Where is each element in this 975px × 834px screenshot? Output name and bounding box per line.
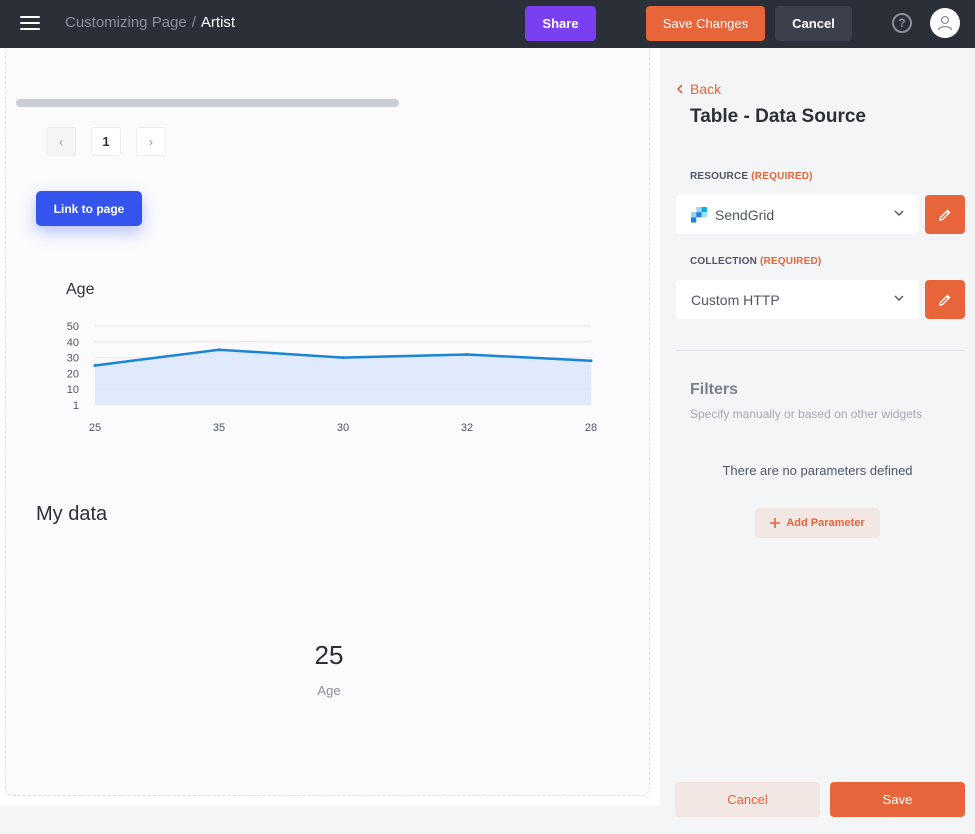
- panel-cancel-button[interactable]: Cancel: [675, 782, 820, 817]
- collection-select[interactable]: Custom HTTP: [676, 280, 919, 319]
- chevron-down-icon: [894, 295, 904, 301]
- cancel-button[interactable]: Cancel: [775, 6, 852, 41]
- back-link[interactable]: Back: [676, 81, 721, 97]
- pencil-icon: [939, 294, 951, 306]
- avatar[interactable]: [930, 8, 960, 38]
- breadcrumb-current: Artist: [200, 14, 236, 31]
- panel-save-button[interactable]: Save: [830, 782, 965, 817]
- save-changes-button[interactable]: Save Changes: [646, 6, 765, 41]
- y-tick-label: 1: [73, 400, 79, 412]
- data-source-panel: Back Table - Data Source RESOURCE (REQUI…: [660, 48, 975, 834]
- chevron-down-icon: [894, 210, 904, 216]
- x-tick-label: 25: [89, 422, 101, 434]
- resource-select[interactable]: SendGrid: [676, 195, 919, 234]
- collection-value: Custom HTTP: [691, 291, 780, 308]
- add-parameter-label: Add Parameter: [786, 517, 865, 529]
- y-tick-label: 10: [67, 384, 79, 396]
- pencil-icon: [939, 209, 951, 221]
- collection-required: (REQUIRED): [759, 256, 822, 267]
- user-icon: [937, 15, 953, 31]
- data-point: [589, 359, 593, 363]
- y-tick-label: 40: [67, 337, 79, 349]
- plus-icon: [770, 518, 781, 528]
- horizontal-scrollbar[interactable]: [16, 99, 399, 107]
- data-point: [465, 352, 469, 356]
- chevron-left-icon: [676, 84, 683, 94]
- stat-card: 25 Age: [44, 575, 614, 765]
- resource-value: SendGrid: [715, 206, 775, 223]
- x-tick-label: 30: [337, 422, 349, 434]
- stat-value: 25: [314, 640, 344, 670]
- breadcrumb: Customizing Page / Artist: [65, 14, 235, 31]
- pagination-next-button[interactable]: ›: [136, 127, 166, 156]
- data-point: [217, 348, 221, 352]
- age-chart-card: 50 40 30 20 10 1 25 35 30 32 28 Age: [36, 264, 616, 459]
- canvas-content: ‹ 1 › Link to page 50 40 30 20 10 1 25 35 30 32 28…: [5, 48, 650, 796]
- question-circle-icon[interactable]: ?: [892, 13, 912, 33]
- back-label: Back: [690, 81, 722, 97]
- section-title: My data: [36, 503, 108, 525]
- breadcrumb-parent[interactable]: Customizing Page: [65, 14, 187, 31]
- chart-title: Age: [66, 281, 95, 298]
- y-tick-label: 20: [67, 368, 79, 380]
- y-tick-label: 30: [67, 353, 79, 365]
- data-point: [341, 356, 345, 360]
- edit-resource-button[interactable]: [925, 195, 965, 234]
- edit-collection-button[interactable]: [925, 280, 965, 319]
- no-parameters-message: There are no parameters defined: [722, 463, 913, 478]
- resource-label-text: RESOURCE: [690, 171, 749, 182]
- resource-required: (REQUIRED): [751, 171, 813, 182]
- y-tick-label: 50: [67, 321, 79, 333]
- x-tick-label: 28: [585, 422, 597, 434]
- share-button[interactable]: Share: [525, 6, 596, 41]
- pagination-prev-button[interactable]: ‹: [46, 127, 76, 156]
- divider: [676, 350, 965, 351]
- x-tick-label: 35: [213, 422, 225, 434]
- data-point: [93, 364, 97, 367]
- stat-label: Age: [317, 683, 341, 698]
- filters-title: Filters: [690, 381, 739, 398]
- link-to-page-button[interactable]: Link to page: [36, 191, 142, 226]
- x-tick-label: 32: [461, 422, 473, 434]
- filters-subtitle: Specify manually or based on other widge…: [690, 407, 923, 421]
- breadcrumb-separator: /: [191, 14, 196, 31]
- panel-title: Table - Data Source: [690, 106, 866, 127]
- collection-label: COLLECTION (REQUIRED): [690, 256, 821, 267]
- add-parameter-button[interactable]: Add Parameter: [755, 508, 880, 538]
- hamburger-menu-icon[interactable]: [20, 16, 40, 32]
- page-canvas: ‹ 1 › Link to page 50 40 30 20 10 1 25 35 30 32 28…: [0, 48, 660, 806]
- collection-label-text: COLLECTION: [690, 256, 757, 267]
- sendgrid-icon: [691, 206, 707, 223]
- pagination-page-button[interactable]: 1: [91, 127, 121, 156]
- age-chart: 50 40 30 20 10 1 25 35 30 32 28: [67, 321, 597, 434]
- resource-label: RESOURCE (REQUIRED): [690, 171, 813, 182]
